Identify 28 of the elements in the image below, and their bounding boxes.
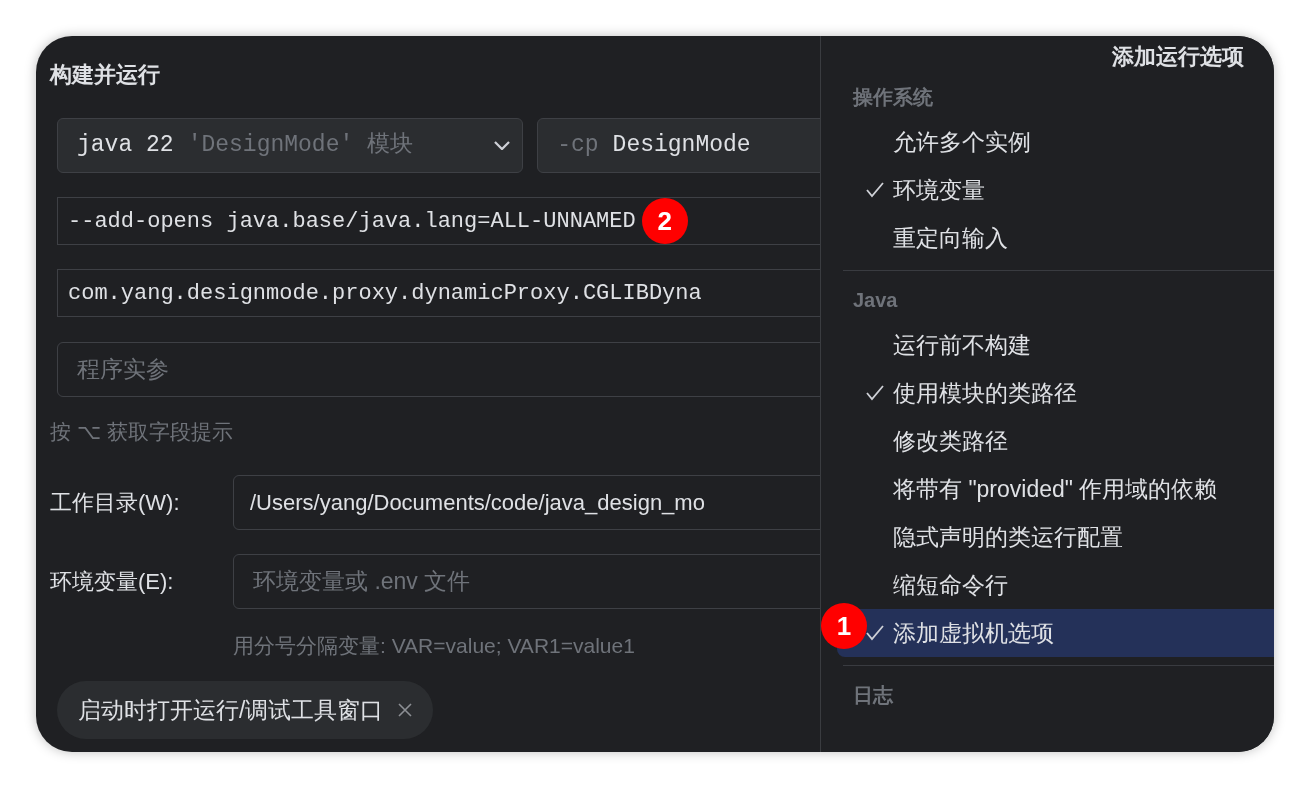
field-label: 工作目录(W): bbox=[50, 489, 181, 517]
menu-item[interactable]: 修改类路径 bbox=[837, 417, 1274, 465]
menu-item[interactable]: 重定向输入 bbox=[837, 214, 1274, 262]
main-class-value: com.yang.designmode.proxy.dynamicProxy.CGLIBDyna bbox=[68, 279, 702, 308]
jre-dropdown[interactable]: java 22 'DesignMode' 模块 bbox=[57, 118, 524, 173]
menu-item[interactable]: 环境变量 bbox=[837, 166, 1274, 214]
classpath-value: DesignMode bbox=[612, 131, 751, 161]
menu-item[interactable]: 隐式声明的类运行配置 bbox=[837, 513, 1274, 561]
menu-item[interactable]: 将带有 "provided" 作用域的依赖 bbox=[837, 465, 1274, 513]
group-header: 日志 bbox=[852, 683, 894, 708]
callout-badge: 1 bbox=[821, 603, 867, 649]
callout-badge: 2 bbox=[641, 198, 688, 244]
chevron-down-icon bbox=[494, 141, 511, 150]
section-title: 构建并运行 bbox=[50, 61, 161, 89]
field-hint: 按 ⌥ 获取字段提示 bbox=[50, 419, 234, 445]
jre-value: java 22 bbox=[77, 131, 174, 161]
jre-hint: 'DesignMode' 模块 bbox=[187, 131, 414, 161]
chip-label: 启动时打开运行/调试工具窗口 bbox=[78, 695, 384, 725]
group-header: 操作系统 bbox=[851, 85, 934, 110]
working-directory-value: /Users/yang/Documents/code/java_design_mo bbox=[250, 489, 705, 517]
close-icon[interactable] bbox=[397, 702, 414, 718]
vm-options-value: --add-opens java.base/java.lang=ALL-UNNAMED bbox=[68, 207, 636, 236]
popup-title: 添加运行选项 bbox=[1112, 43, 1244, 71]
classpath-prefix: -cp bbox=[557, 131, 599, 161]
group-header: Java bbox=[852, 288, 899, 313]
menu-item[interactable]: 允许多个实例 bbox=[837, 118, 1274, 166]
field-hint: 用分号分隔变量: VAR=value; VAR1=value1 bbox=[233, 633, 636, 659]
field-label: 环境变量(E): bbox=[50, 568, 175, 596]
